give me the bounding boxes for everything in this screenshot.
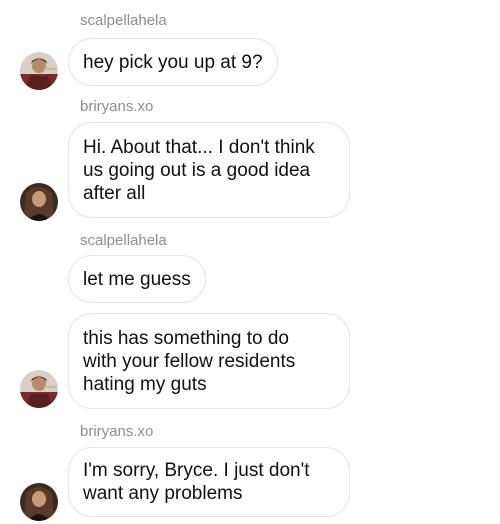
message-bubble[interactable]: I'm sorry, Bryce. I just don't want any … <box>68 447 350 517</box>
sender-username: briryans.xo <box>80 423 154 440</box>
message-bubble[interactable]: this has something to do with your fello… <box>68 313 350 409</box>
message-text: Hi. About that... I don't think us going… <box>83 136 315 204</box>
message-text: this has something to do with your fello… <box>83 327 296 395</box>
sender-username: scalpellahela <box>80 12 167 29</box>
message-text: let me guess <box>83 268 191 290</box>
sender-username: briryans.xo <box>80 98 154 115</box>
man-avatar[interactable] <box>20 370 58 408</box>
sender-username: scalpellahela <box>80 232 167 249</box>
message-bubble[interactable]: let me guess <box>68 255 206 303</box>
woman-avatar[interactable] <box>20 483 58 521</box>
message-bubble[interactable]: hey pick you up at 9? <box>68 38 278 86</box>
man-avatar[interactable] <box>20 52 58 90</box>
message-text: I'm sorry, Bryce. I just don't want any … <box>83 460 310 504</box>
message-text: hey pick you up at 9? <box>83 51 263 73</box>
message-bubble[interactable]: Hi. About that... I don't think us going… <box>68 122 350 218</box>
woman-avatar[interactable] <box>20 183 58 221</box>
